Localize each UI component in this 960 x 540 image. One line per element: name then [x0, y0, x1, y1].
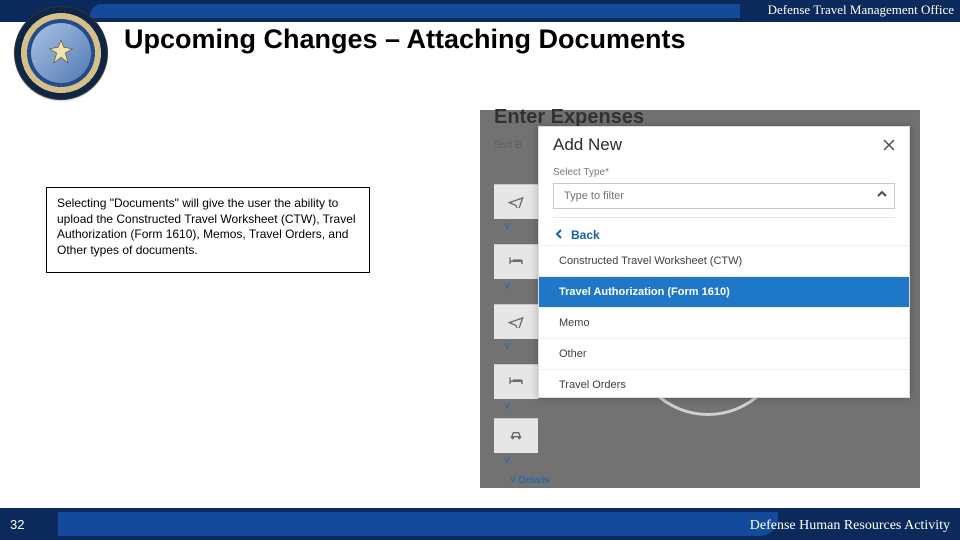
close-icon[interactable]: [881, 137, 897, 153]
option-travel-orders[interactable]: Travel Orders: [539, 369, 909, 400]
chevron-up-icon[interactable]: [875, 187, 889, 201]
expense-row-icon: ˅: [494, 364, 538, 399]
expense-row-icon: ˅: [494, 244, 538, 279]
bed-icon: [508, 372, 524, 393]
chevron-down-icon: ˅: [504, 221, 510, 233]
type-filter-input[interactable]: [553, 183, 895, 209]
seal-eagle-icon: [31, 23, 91, 83]
document-type-list: Constructed Travel Worksheet (CTW) Trave…: [539, 245, 909, 400]
modal-title: Add New: [553, 135, 622, 155]
option-ctw[interactable]: Constructed Travel Worksheet (CTW): [539, 245, 909, 276]
add-new-modal: Add New Select Type* Back Constructed Tr…: [538, 126, 910, 398]
details-link[interactable]: ˅ Details: [510, 475, 549, 486]
dod-seal-logo: [14, 6, 108, 100]
chevron-left-icon: [553, 228, 565, 243]
chevron-down-icon: ˅: [504, 401, 510, 413]
option-travel-authorization[interactable]: Travel Authorization (Form 1610): [539, 276, 909, 307]
back-button[interactable]: Back: [553, 217, 895, 248]
footer-org-label: Defense Human Resources Activity: [750, 518, 950, 534]
airplane-icon: [508, 192, 524, 213]
car-icon: [508, 426, 524, 447]
option-other[interactable]: Other: [539, 338, 909, 369]
option-memo[interactable]: Memo: [539, 307, 909, 338]
slide-title: Upcoming Changes – Attaching Documents: [124, 24, 686, 55]
footer-bar-accent: [58, 512, 778, 536]
app-screenshot: Enter Expenses Sort B ˅ ˅ ˅ ˅ ˅ ˅ Detail…: [480, 110, 920, 488]
expense-row-icon: ˅: [494, 184, 538, 219]
chevron-down-icon: ˅: [504, 341, 510, 353]
chevron-down-icon: ˅: [504, 281, 510, 293]
page-number: 32: [10, 517, 24, 532]
expense-row-icon: ˅: [494, 418, 538, 453]
expense-row-icon: ˅: [494, 304, 538, 339]
chevron-down-icon: ˅: [504, 455, 510, 467]
back-label: Back: [571, 228, 600, 242]
details-label: Details: [519, 475, 550, 486]
header-org-label: Defense Travel Management Office: [768, 2, 954, 18]
select-type-label: Select Type*: [553, 167, 609, 178]
airplane-icon: [508, 312, 524, 333]
chevron-down-icon: ˅: [510, 475, 519, 486]
header-bar-accent: [90, 4, 740, 18]
bed-icon: [508, 252, 524, 273]
caption-box: Selecting "Documents" will give the user…: [46, 187, 370, 273]
